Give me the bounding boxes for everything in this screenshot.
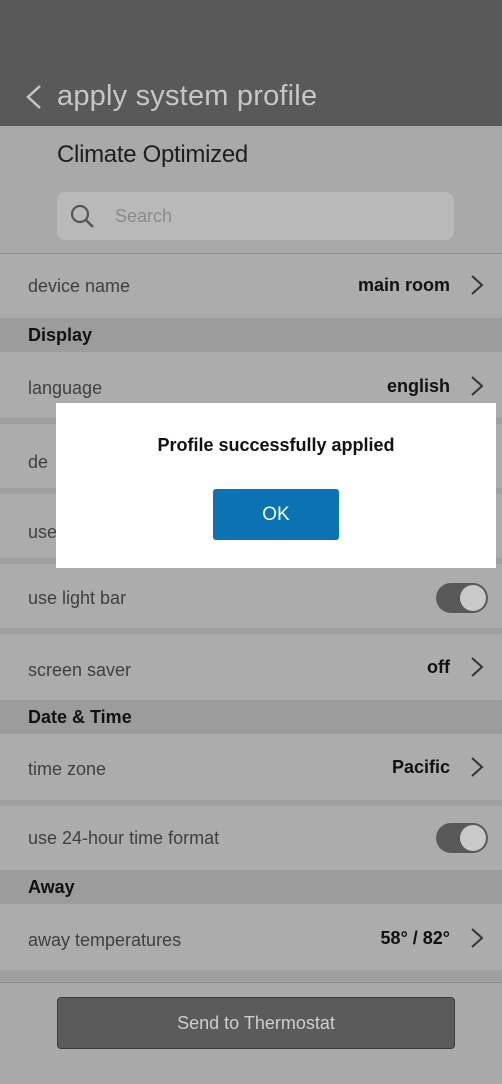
toggle-knob <box>460 585 486 611</box>
row-value: Pacific <box>391 757 450 777</box>
chevron-right-icon <box>471 657 484 677</box>
section-header-date-time: Date & Time <box>0 700 502 734</box>
section-label: Display <box>28 325 93 345</box>
chevron-right-icon <box>471 275 484 295</box>
row-label: language <box>28 378 103 398</box>
row-label: use <box>28 522 58 542</box>
search-icon <box>70 204 94 228</box>
search-input[interactable] <box>115 192 435 240</box>
row-value: 58° / 82° <box>380 928 450 948</box>
send-to-thermostat-button[interactable]: Send to Thermostat <box>57 997 455 1049</box>
row-value: off <box>427 657 450 677</box>
section-header-display: Display <box>0 318 502 352</box>
dialog-message: Profile successfully applied <box>157 435 395 455</box>
app-header: apply system profile <box>0 0 502 126</box>
chevron-left-icon[interactable] <box>24 84 44 110</box>
section-header-away: Away <box>0 870 502 904</box>
row-label: use 24-hour time format <box>28 828 220 848</box>
row-light-bar: use light bar <box>0 564 502 628</box>
row-value: english <box>386 376 450 396</box>
row-label: screen saver <box>28 660 132 680</box>
row-time-format: use 24-hour time format <box>0 806 502 870</box>
row-screen-saver[interactable]: screen saver off <box>0 634 502 700</box>
section-label: Away <box>28 877 75 897</box>
row-away-temperatures[interactable]: away temperatures 58° / 82° <box>0 904 502 970</box>
section-label: Date & Time <box>28 707 132 727</box>
page-title: apply system profile <box>57 80 318 112</box>
row-value: main room <box>357 275 450 295</box>
bottom-bar: Send to Thermostat <box>0 982 502 1084</box>
row-label: device name <box>28 276 131 296</box>
chevron-right-icon <box>471 376 484 396</box>
row-separator <box>0 970 502 982</box>
row-label: time zone <box>28 759 107 779</box>
toggle-knob <box>460 825 486 851</box>
success-dialog: Profile successfully applied OK <box>56 403 496 568</box>
row-device-name[interactable]: device name main room <box>0 254 502 316</box>
chevron-right-icon <box>471 928 484 948</box>
row-time-zone[interactable]: time zone Pacific <box>0 734 502 800</box>
ok-button[interactable]: OK <box>213 489 339 540</box>
row-label: use light bar <box>28 588 127 608</box>
profile-name: Climate Optimized <box>57 141 248 168</box>
row-label: de <box>28 452 49 472</box>
chevron-right-icon <box>471 757 484 777</box>
row-label: away temperatures <box>28 930 182 950</box>
time-format-toggle[interactable] <box>436 823 488 853</box>
search-box[interactable] <box>57 192 454 240</box>
light-bar-toggle[interactable] <box>436 583 488 613</box>
